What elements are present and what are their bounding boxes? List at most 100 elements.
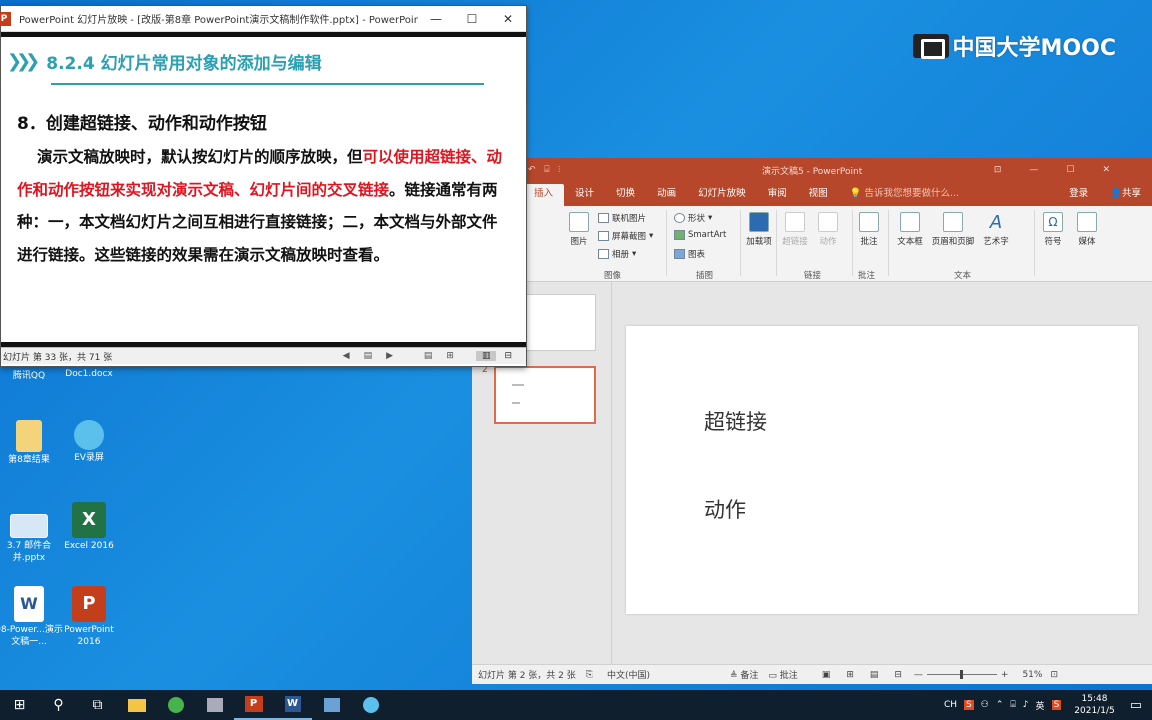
thumbnail-text-line <box>512 402 520 404</box>
header-footer-button[interactable]: 页眉和页脚 <box>928 212 978 247</box>
quick-access-icons[interactable]: ↶ ⌸ ⫶ <box>528 165 560 175</box>
task-view-icon[interactable]: ⧉ <box>78 690 117 720</box>
picture-button[interactable]: 图片 <box>564 212 594 247</box>
file-explorer-icon[interactable] <box>117 690 156 720</box>
fit-slide-icon[interactable]: ⊡ <box>1050 670 1058 680</box>
slideshow-slide[interactable]: ❯❯❯ 8.2.4 幻灯片常用对象的添加与编辑 8．创建超链接、动作和动作按钮 … <box>1 37 526 342</box>
screenshot-icon <box>598 231 609 241</box>
album-button[interactable]: 相册 ▾ <box>598 248 636 260</box>
smartart-button[interactable]: SmartArt <box>674 230 726 240</box>
zoom-level[interactable]: 51% <box>1022 670 1042 680</box>
view-buttons[interactable]: ▣⊞▤⊟ <box>822 670 918 680</box>
mooc-watermark: 中国大学MOOC <box>912 30 1116 62</box>
online-picture-button[interactable]: 联机图片 <box>598 212 646 224</box>
chart-button[interactable]: 图表 <box>674 248 705 260</box>
symbol-button[interactable]: Ω 符号 <box>1038 212 1068 247</box>
tab-insert[interactable]: 插入 <box>523 184 565 206</box>
word-file-icon: W <box>14 586 44 622</box>
smartart-label: SmartArt <box>688 230 727 240</box>
tell-me-text: 告诉我您想要做什么... <box>864 188 960 199</box>
media-button[interactable]: 媒体 <box>1072 212 1102 247</box>
desktop-icon-label: Excel 2016 <box>64 541 114 551</box>
slide-text-hyperlink[interactable]: 超链接 <box>704 406 767 436</box>
reading-view-button[interactable]: ▥ <box>475 351 497 361</box>
watermark-text: 中国大学MOOC <box>952 36 1116 61</box>
share-button[interactable]: 👤共享 <box>1099 184 1152 206</box>
tab-view[interactable]: 视图 <box>798 184 839 206</box>
desktop-icon-powerpoint[interactable]: P PowerPoint 2016 <box>54 586 124 648</box>
clock-date: 2021/1/5 <box>1074 706 1115 716</box>
maximize-button[interactable]: ☐ <box>454 12 490 26</box>
hyperlink-button[interactable]: 超链接 <box>778 212 812 247</box>
slide-text-action[interactable]: 动作 <box>704 494 746 524</box>
ribbon-separator <box>666 210 667 276</box>
app-icon[interactable] <box>195 690 234 720</box>
tab-transitions[interactable]: 切换 <box>605 184 646 206</box>
close-button[interactable]: ✕ <box>490 12 526 26</box>
person-icon: 👤 <box>1110 188 1122 199</box>
notes-label: 备注 <box>740 671 759 681</box>
chevron-down-icon: ▾ <box>649 231 654 241</box>
tab-animations[interactable]: 动画 <box>646 184 687 206</box>
desktop-icon-excel[interactable]: X Excel 2016 <box>54 502 124 552</box>
slideshow-statusbar: 幻灯片 第 33 张，共 71 张 ◀▤▶ ▤⊞ ▥ ⊟ <box>1 347 526 364</box>
desktop-icon-label: 腾讯QQ <box>12 371 46 381</box>
sogou-ime-icon[interactable]: S <box>1051 700 1062 710</box>
volume-icon[interactable]: ♪ <box>1023 700 1029 710</box>
chart-label: 图表 <box>688 250 706 260</box>
remote-app-icon[interactable] <box>312 690 351 720</box>
desktop-icon-label: 3.7 邮件合并.pptx <box>6 541 52 563</box>
tray-ch-label[interactable]: CH <box>944 700 957 710</box>
powerpoint-icon: P <box>0 11 11 26</box>
ev-recorder-taskbar-icon[interactable] <box>351 690 390 720</box>
windows-start-icon[interactable]: ⊞ <box>0 690 39 720</box>
status-language[interactable]: 中文(中国) <box>607 668 650 681</box>
powerpoint-taskbar-icon[interactable]: P <box>234 690 273 720</box>
desktop-icon-label: 第8章结果 <box>8 455 50 465</box>
minimize-button[interactable]: — <box>418 12 454 26</box>
person-icon[interactable]: ⚇ <box>981 700 989 710</box>
group-label-text: 文本 <box>954 271 972 281</box>
slide-canvas[interactable]: 超链接 动作 <box>626 326 1138 614</box>
ppt-window-controls[interactable]: ⊡—☐✕ <box>994 165 1138 175</box>
desktop-icon-ev-recorder[interactable]: EV录屏 <box>54 420 124 464</box>
section-heading: ❯❯❯ 8.2.4 幻灯片常用对象的添加与编辑 <box>7 49 322 74</box>
login-link[interactable]: 登录 <box>1058 184 1099 206</box>
browser-icon[interactable] <box>156 690 195 720</box>
action-button[interactable]: 动作 <box>812 212 844 247</box>
ime-language[interactable]: 英 <box>1036 699 1045 712</box>
screenshot-button[interactable]: 屏幕截图 ▾ <box>598 230 653 242</box>
zoom-out-button[interactable]: — <box>914 670 923 680</box>
addins-button[interactable]: 加载项 <box>744 212 774 247</box>
tab-design[interactable]: 设计 <box>564 184 605 206</box>
wordart-button[interactable]: A 艺术字 <box>978 212 1014 247</box>
chevron-up-icon[interactable]: ⌃ <box>996 700 1004 710</box>
network-icon[interactable]: ⌸ <box>1010 700 1015 710</box>
textbox-button[interactable]: 文本框 <box>892 212 928 247</box>
slide-thumbnail-2[interactable] <box>494 366 596 424</box>
comments-button[interactable]: ▭ 批注 <box>768 668 797 681</box>
shapes-button[interactable]: 形状 ▾ <box>674 212 712 224</box>
header-footer-label: 页眉和页脚 <box>931 237 975 247</box>
desktop-icon-doc1[interactable]: Doc1.docx <box>54 368 124 380</box>
slideshow-nav-buttons[interactable]: ◀▤▶ ▤⊞ <box>343 351 468 361</box>
zoom-slider[interactable] <box>926 670 997 679</box>
spellcheck-icon[interactable]: ⎘ <box>586 670 593 680</box>
notification-icon[interactable]: ▭ <box>1130 698 1142 713</box>
heading-underline <box>51 83 484 85</box>
ribbon-separator <box>740 210 741 276</box>
zoom-in-button[interactable]: + <box>1001 670 1009 680</box>
comment-icon <box>859 212 879 232</box>
sogou-icon[interactable]: S <box>964 700 974 710</box>
tab-review[interactable]: 审阅 <box>757 184 798 206</box>
notes-button[interactable]: ≜ 备注 <box>730 668 758 681</box>
word-taskbar-icon[interactable]: W <box>273 690 312 720</box>
tell-me-box[interactable]: 💡 告诉我您想要做什么... <box>839 184 970 206</box>
slideshow-view-button[interactable]: ⊟ <box>504 351 512 361</box>
globe-link-icon <box>785 212 805 232</box>
tab-slideshow[interactable]: 幻灯片放映 <box>687 184 757 206</box>
search-icon[interactable]: ⚲ <box>39 690 78 720</box>
section-heading-text: 8.2.4 幻灯片常用对象的添加与编辑 <box>46 54 322 74</box>
comment-button[interactable]: 批注 <box>854 212 884 247</box>
clock[interactable]: 15:48 2021/1/5 <box>1074 693 1114 717</box>
